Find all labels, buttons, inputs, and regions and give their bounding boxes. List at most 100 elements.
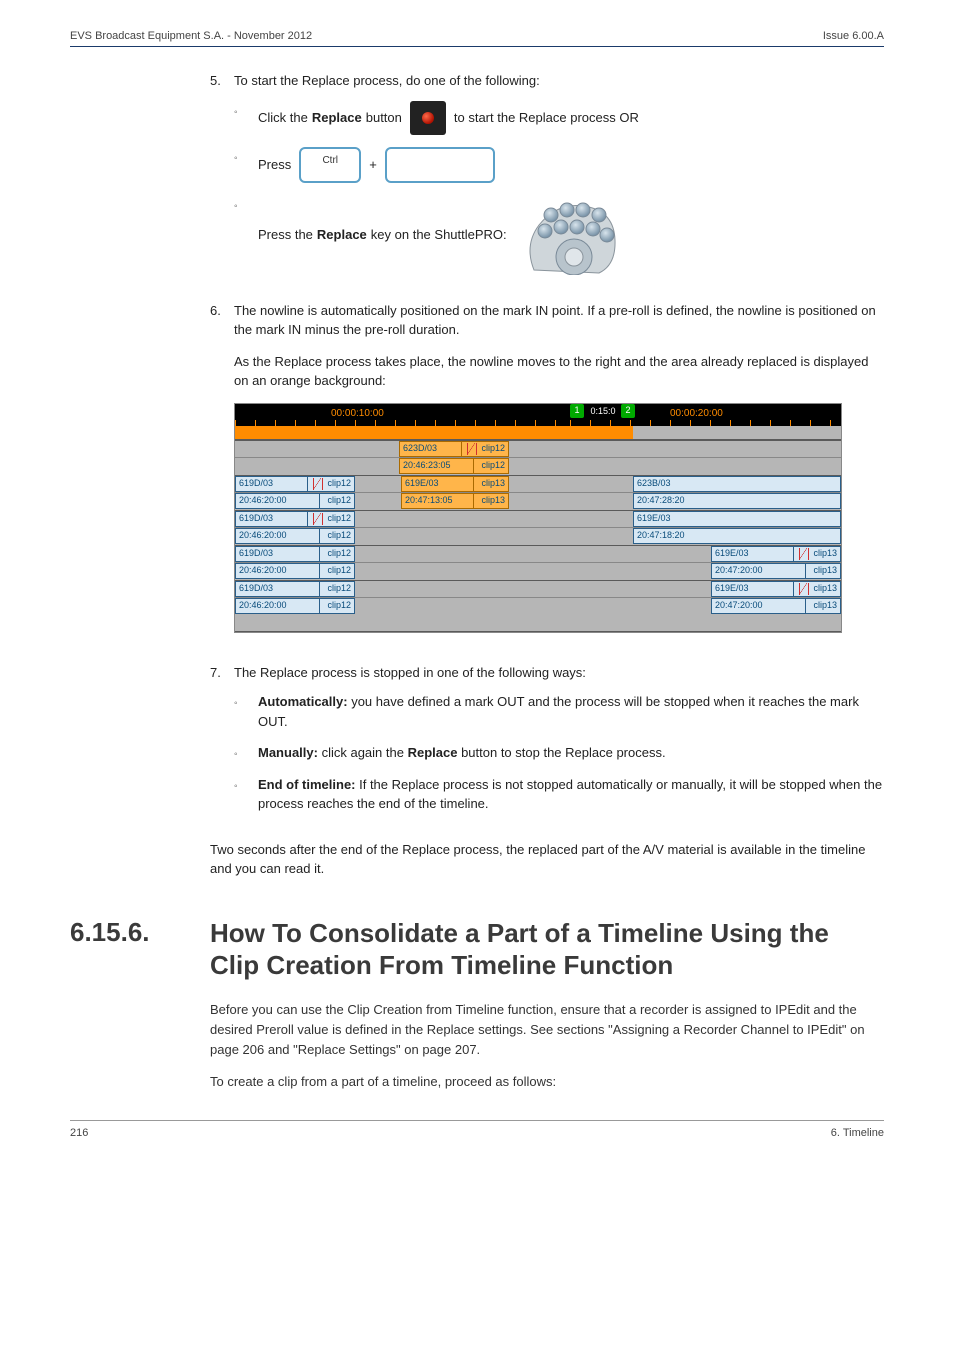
bullet-icon: ◦ [234, 195, 258, 214]
step-6-p1: The nowline is automatically positioned … [234, 301, 884, 340]
clip-tag: clip13 [477, 494, 505, 508]
page-footer: 216 6. Timeline [70, 1120, 884, 1139]
step-5c-post: key on the ShuttlePRO: [371, 225, 507, 245]
clip-tag: clip12 [323, 547, 351, 561]
clip-tag: clip12 [323, 529, 351, 543]
step-7b-bold: Manually: [258, 745, 318, 760]
clip-tag: clip12 [323, 564, 351, 578]
clip-name: 623B/03 [637, 477, 837, 491]
body-p1: Before you can use the Clip Creation fro… [210, 1000, 884, 1060]
plus-sign: + [369, 155, 377, 175]
clip-name: 20:46:20:00 [239, 599, 316, 613]
transition-icon [797, 546, 809, 562]
step-6: 6. The nowline is automatically position… [210, 301, 884, 649]
clip-tag: clip13 [809, 564, 837, 578]
replace-button-icon [410, 101, 446, 135]
step-5b: ◦ Press Ctrl + [234, 147, 884, 183]
transition-icon [311, 511, 323, 527]
step-5a-pre: Click the [258, 108, 308, 128]
footer-page-number: 216 [70, 1127, 88, 1139]
step-5-number: 5. [210, 71, 234, 287]
footer-chapter: 6. Timeline [831, 1127, 884, 1139]
track-row-5: 619D/03 clip12 20:46:20:00 [235, 580, 841, 615]
ctrl-key-icon: Ctrl [299, 147, 361, 183]
clip-name: 619E/03 [405, 477, 470, 491]
nowline-progress [235, 426, 841, 440]
clip-name: 619D/03 [239, 512, 304, 526]
timeline-ruler: 00:00:10:00 00:00:20:00 1 0:15:0 2 [235, 404, 841, 426]
step-7-text: The Replace process is stopped in one of… [234, 663, 884, 683]
timeline-figure: 00:00:10:00 00:00:20:00 1 0:15:0 2 [234, 403, 842, 633]
step-5: 5. To start the Replace process, do one … [210, 71, 884, 287]
step-5c-bold: Replace [317, 225, 367, 245]
clip-tag: clip12 [477, 442, 505, 456]
ruler-between-tc: 0:15:0 [585, 405, 621, 419]
page-header: EVS Broadcast Equipment S.A. - November … [70, 30, 884, 47]
step-7a-rest: you have defined a mark OUT and the proc… [258, 694, 859, 729]
mark-in-icon: 1 [570, 404, 584, 418]
clip-name: 20:46:20:00 [239, 564, 316, 578]
clip-name: 619D/03 [239, 477, 304, 491]
bullet-icon: ◦ [234, 775, 258, 794]
transition-icon [797, 581, 809, 597]
ctrl-key-label: Ctrl [322, 153, 338, 168]
clip-tag: clip12 [323, 494, 351, 508]
step-5c-pre: Press the [258, 225, 313, 245]
clip-tag: clip12 [477, 459, 505, 473]
clip-tag: clip13 [809, 599, 837, 613]
step-7c: ◦ End of timeline: If the Replace proces… [234, 775, 884, 814]
clip-tag: clip13 [477, 477, 505, 491]
ruler-right-tc: 00:00:20:00 [670, 406, 723, 421]
header-right: Issue 6.00.A [823, 30, 884, 42]
clip-tag: clip12 [323, 512, 351, 526]
bullet-icon: ◦ [234, 147, 258, 166]
step-7a: ◦ Automatically: you have defined a mark… [234, 692, 884, 731]
bullet-icon: ◦ [234, 743, 258, 762]
mark-out-icon: 2 [621, 404, 635, 418]
clip-tag: clip12 [323, 582, 351, 596]
step-7c-bold: End of timeline: [258, 777, 356, 792]
clip-name: 619E/03 [715, 582, 790, 596]
step-5-text: To start the Replace process, do one of … [234, 71, 884, 91]
clip-name: 619D/03 [239, 547, 316, 561]
header-left: EVS Broadcast Equipment S.A. - November … [70, 30, 312, 42]
step-6-number: 6. [210, 301, 234, 649]
section-title: How To Consolidate a Part of a Timeline … [210, 917, 884, 982]
step-7-number: 7. [210, 663, 234, 826]
after-step7-text: Two seconds after the end of the Replace… [210, 840, 884, 879]
step-7b: ◦ Manually: click again the Replace butt… [234, 743, 884, 763]
step-7b-replace: Replace [408, 745, 458, 760]
track-row-4: 619D/03 clip12 20:46:20:00 [235, 545, 841, 580]
clip-name: 20:47:28:20 [637, 494, 837, 508]
step-5b-pre: Press [258, 155, 291, 175]
record-dot-icon [422, 112, 434, 124]
clip-name: 20:47:20:00 [715, 599, 802, 613]
bullet-icon: ◦ [234, 101, 258, 120]
step-7b-post: button to stop the Replace process. [457, 745, 665, 760]
step-5a: ◦ Click the Replace button to start the … [234, 101, 884, 135]
shuttlepro-icon [519, 195, 619, 275]
clip-tag: clip13 [809, 582, 837, 596]
clip-tag: clip12 [323, 477, 351, 491]
step-5a-post: to start the Replace process OR [454, 108, 639, 128]
track-row-2: 619D/03 clip12 619E/03 [235, 475, 841, 510]
step-7a-bold: Automatically: [258, 694, 348, 709]
transition-icon [465, 441, 477, 457]
step-7: 7. The Replace process is stopped in one… [210, 663, 884, 826]
clip-name: 20:46:20:00 [239, 494, 316, 508]
clip-name: 20:46:23:05 [403, 459, 470, 473]
transition-icon [311, 476, 323, 492]
clip-tag: clip13 [809, 547, 837, 561]
bullet-icon: ◦ [234, 692, 258, 711]
clip-name: 20:47:18:20 [637, 529, 837, 543]
step-7b-pre: click again the [318, 745, 408, 760]
clip-tag: clip12 [323, 599, 351, 613]
clip-name: 619D/03 [239, 582, 316, 596]
body-p2: To create a clip from a part of a timeli… [210, 1072, 884, 1092]
track-row-3: 619D/03 clip12 20:46:20:00 [235, 510, 841, 545]
step-5c: ◦ Press the Replace key on the ShuttlePR… [234, 195, 884, 275]
blank-key-icon [385, 147, 495, 183]
clip-name: 619E/03 [715, 547, 790, 561]
clip-name: 20:47:20:00 [715, 564, 802, 578]
step-5a-bold: Replace [312, 108, 362, 128]
